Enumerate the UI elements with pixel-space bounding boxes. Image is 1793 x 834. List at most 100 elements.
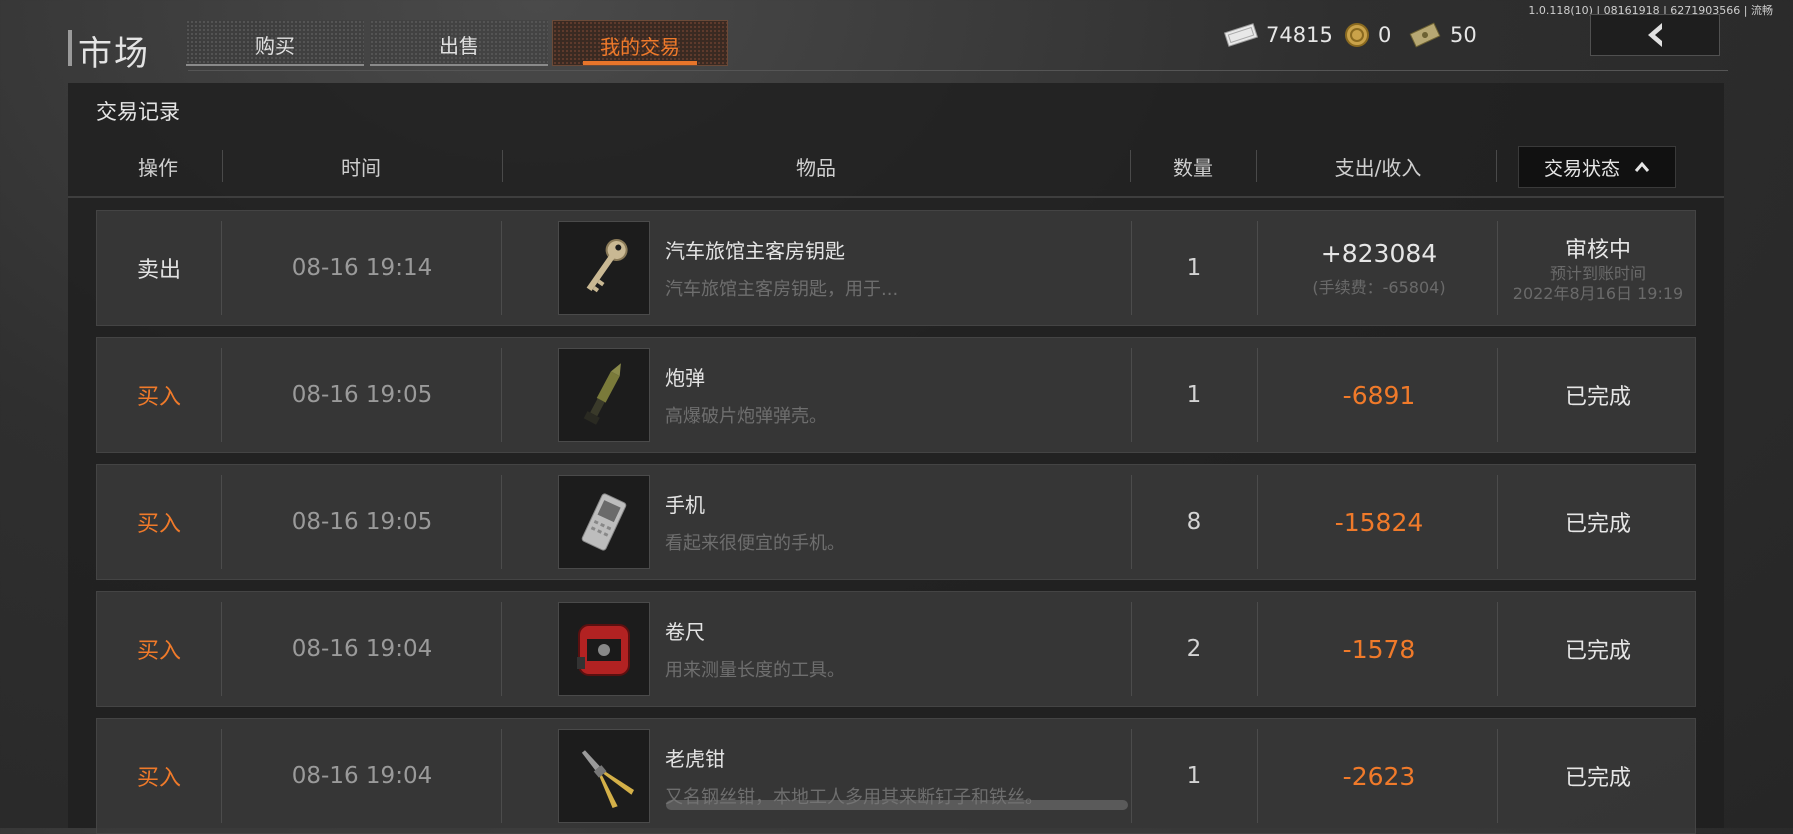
- cash-amount: 74815: [1266, 23, 1333, 47]
- row-divider: [1257, 602, 1258, 696]
- row-amount: -15824: [1334, 507, 1424, 537]
- item-name: 汽车旅馆主客房钥匙: [665, 239, 845, 263]
- row-divider: [221, 221, 222, 315]
- item-name: 老虎钳: [665, 747, 725, 771]
- row-time: 08-16 19:14: [291, 255, 433, 281]
- row-quantity: 1: [1186, 255, 1202, 281]
- row-divider: [501, 729, 502, 823]
- horizontal-scrollbar[interactable]: [666, 800, 1128, 810]
- row-divider: [1497, 348, 1498, 442]
- row-status-cell: 已完成: [1499, 592, 1697, 706]
- row-status-cell: 已完成: [1499, 338, 1697, 452]
- item-description: 高爆破片炮弹弹壳。: [665, 406, 827, 427]
- trade-records-panel: [68, 83, 1724, 828]
- tab-label: 我的交易: [600, 35, 680, 59]
- tab-underline: [370, 64, 548, 66]
- column-header-amount: 支出/收入: [1334, 155, 1422, 180]
- column-header-op: 操作: [138, 155, 178, 180]
- currency-coin: 0: [1344, 20, 1391, 50]
- shell-icon: [583, 363, 621, 425]
- table-row[interactable]: 买入 08-16 19:05 炮弹 高爆破片炮弹弹壳。 1 -6891 已完成: [96, 337, 1696, 453]
- row-divider: [1497, 602, 1498, 696]
- table-row[interactable]: 买入 08-16 19:05 手机 看起来很便宜的手机。 8 -15824 已完…: [96, 464, 1696, 580]
- row-divider: [221, 475, 222, 569]
- row-operation: 卖出: [136, 258, 181, 283]
- item-thumbnail[interactable]: [558, 475, 650, 569]
- item-thumbnail[interactable]: [558, 729, 650, 823]
- row-status-date: 2022年8月16日 19:19: [1512, 284, 1684, 303]
- row-divider: [221, 602, 222, 696]
- title-accent-bar: [68, 30, 72, 66]
- table-row[interactable]: 买入 08-16 19:04 卷尺 用来测量长度的工具。 2 -1578 已完成: [96, 591, 1696, 707]
- row-divider: [221, 729, 222, 823]
- row-amount-cell: -2623: [1259, 719, 1499, 833]
- row-amount-cell: -1578: [1259, 592, 1499, 706]
- row-operation: 买入: [136, 512, 181, 537]
- back-button[interactable]: [1590, 14, 1720, 56]
- row-time: 08-16 19:05: [291, 382, 433, 408]
- pliers-icon: [581, 750, 635, 808]
- row-status: 已完成: [1564, 766, 1631, 791]
- row-operation: 买入: [136, 385, 181, 410]
- item-description: 用来测量长度的工具。: [665, 660, 845, 681]
- header-row-divider: [68, 196, 1724, 198]
- column-header-qty: 数量: [1173, 155, 1213, 180]
- tab-buy[interactable]: 购买: [186, 20, 364, 66]
- row-status: 已完成: [1564, 639, 1631, 664]
- item-description: 看起来很便宜的手机。: [665, 533, 845, 554]
- ticket-icon: [1409, 22, 1441, 48]
- row-amount-cell: +823084 (手续费：-65804): [1259, 211, 1499, 325]
- column-header-item: 物品: [796, 155, 836, 180]
- row-status-sub: 预计到账时间: [1549, 264, 1646, 283]
- row-divider: [501, 348, 502, 442]
- page-title: 市场: [78, 34, 150, 74]
- currency-cash: 74815: [1222, 20, 1333, 50]
- coin-icon: [1345, 23, 1369, 47]
- coin-amount: 0: [1378, 23, 1392, 47]
- row-divider: [1257, 729, 1258, 823]
- row-divider: [1257, 475, 1258, 569]
- phone-icon: [581, 493, 627, 551]
- row-amount: -1578: [1342, 634, 1416, 664]
- item-name: 手机: [665, 493, 705, 517]
- table-row[interactable]: 卖出 08-16 19:14 汽车旅馆主客房钥匙 汽车旅馆主客房钥匙，用于...…: [96, 210, 1696, 326]
- tab-my-trades[interactable]: 我的交易: [552, 20, 728, 66]
- row-time: 08-16 19:04: [291, 636, 433, 662]
- row-amount: +823084: [1320, 238, 1438, 268]
- item-thumbnail[interactable]: [558, 602, 650, 696]
- row-divider: [501, 602, 502, 696]
- row-status-cell: 已完成: [1499, 465, 1697, 579]
- cash-icon: [1223, 23, 1259, 47]
- row-divider: [1257, 221, 1258, 315]
- row-divider: [221, 348, 222, 442]
- row-status: 审核中: [1564, 238, 1631, 263]
- row-time: 08-16 19:05: [291, 509, 433, 535]
- item-thumbnail[interactable]: [558, 221, 650, 315]
- item-name: 炮弹: [665, 366, 705, 390]
- section-title: 交易记录: [96, 100, 180, 124]
- key-icon: [586, 238, 628, 293]
- row-status: 已完成: [1564, 385, 1631, 410]
- tab-underline: [186, 64, 364, 66]
- row-divider: [1497, 221, 1498, 315]
- column-divider: [1496, 150, 1497, 182]
- tab-label: 出售: [439, 34, 479, 58]
- row-amount-cell: -6891: [1259, 338, 1499, 452]
- row-quantity: 1: [1186, 382, 1202, 408]
- row-status-cell: 审核中 预计到账时间 2022年8月16日 19:19: [1499, 211, 1697, 325]
- row-quantity: 1: [1186, 763, 1202, 789]
- table-row[interactable]: 买入 08-16 19:04 老虎钳 又名钢丝钳，本地工人多用其来断钉子和铁丝。…: [96, 718, 1696, 834]
- item-description: 汽车旅馆主客房钥匙，用于...: [665, 279, 899, 300]
- tab-underline: [583, 61, 697, 65]
- tape-measure-icon: [577, 624, 630, 676]
- row-quantity: 8: [1186, 509, 1202, 535]
- row-operation: 买入: [136, 766, 181, 791]
- row-amount: -6891: [1342, 380, 1416, 410]
- chevron-left-icon: [1648, 23, 1662, 47]
- header-divider: [188, 70, 1728, 71]
- tab-sell[interactable]: 出售: [370, 20, 548, 66]
- status-sort-button[interactable]: 交易状态: [1518, 146, 1676, 188]
- item-thumbnail[interactable]: [558, 348, 650, 442]
- ticket-amount: 50: [1450, 23, 1477, 47]
- chevron-up-icon: [1634, 161, 1650, 172]
